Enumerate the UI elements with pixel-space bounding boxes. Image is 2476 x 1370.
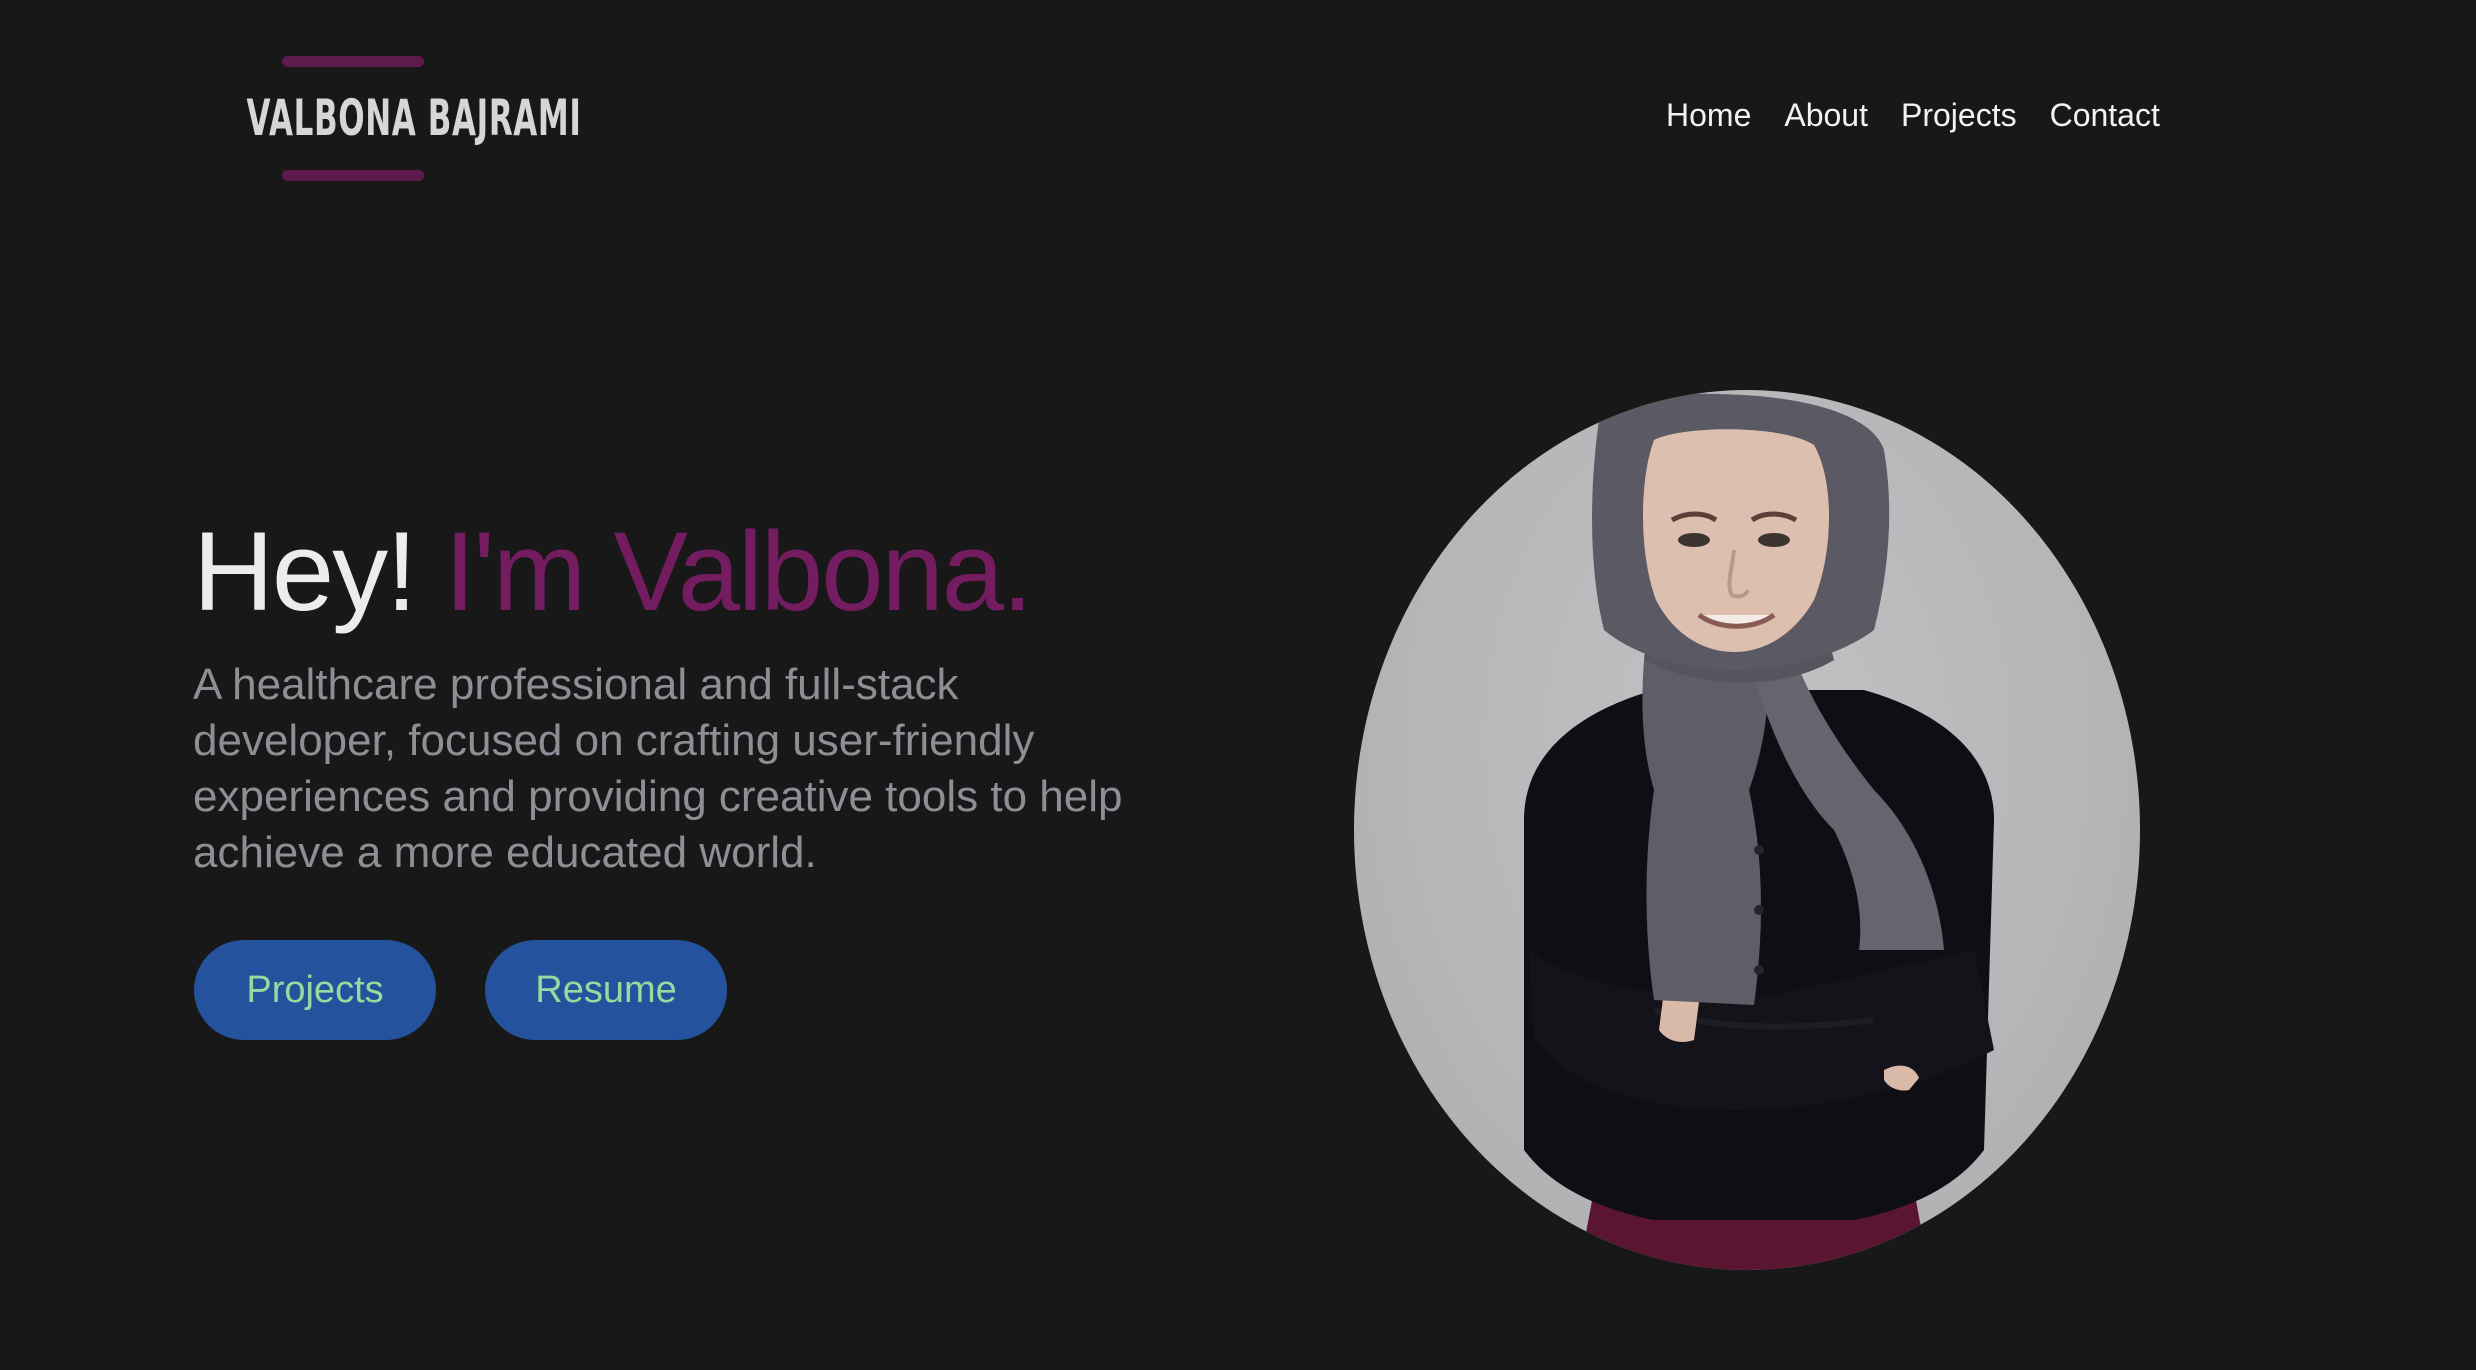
hero-description: A healthcare professional and full-stack…: [193, 660, 1123, 877]
nav-about-link[interactable]: About: [1784, 92, 1868, 138]
profile-photo-icon: [1524, 393, 1994, 1270]
nav-home-link[interactable]: Home: [1666, 92, 1751, 138]
resume-button[interactable]: Resume: [485, 940, 727, 1040]
projects-button[interactable]: Projects: [194, 940, 436, 1040]
main-nav: Home About Projects Contact: [1666, 92, 2160, 138]
site-logo[interactable]: VALBONA BAJRAMI: [180, 54, 582, 184]
nav-contact-link[interactable]: Contact: [2050, 92, 2160, 138]
profile-photo: [1354, 390, 2140, 1270]
nav-projects-link[interactable]: Projects: [1901, 92, 2017, 138]
hero-section: Hey! I'm Valbona. A healthcare professio…: [193, 510, 1193, 881]
logo-bottom-bar: [282, 170, 424, 181]
logo-top-bar: [282, 56, 424, 67]
hero-buttons: Projects Resume: [194, 940, 727, 1040]
hero-greeting: Hey!: [193, 509, 417, 634]
hero-heading: Hey! I'm Valbona.: [193, 510, 1193, 634]
logo-text: VALBONA BAJRAMI: [246, 89, 582, 147]
hero-name: I'm Valbona.: [444, 509, 1033, 634]
